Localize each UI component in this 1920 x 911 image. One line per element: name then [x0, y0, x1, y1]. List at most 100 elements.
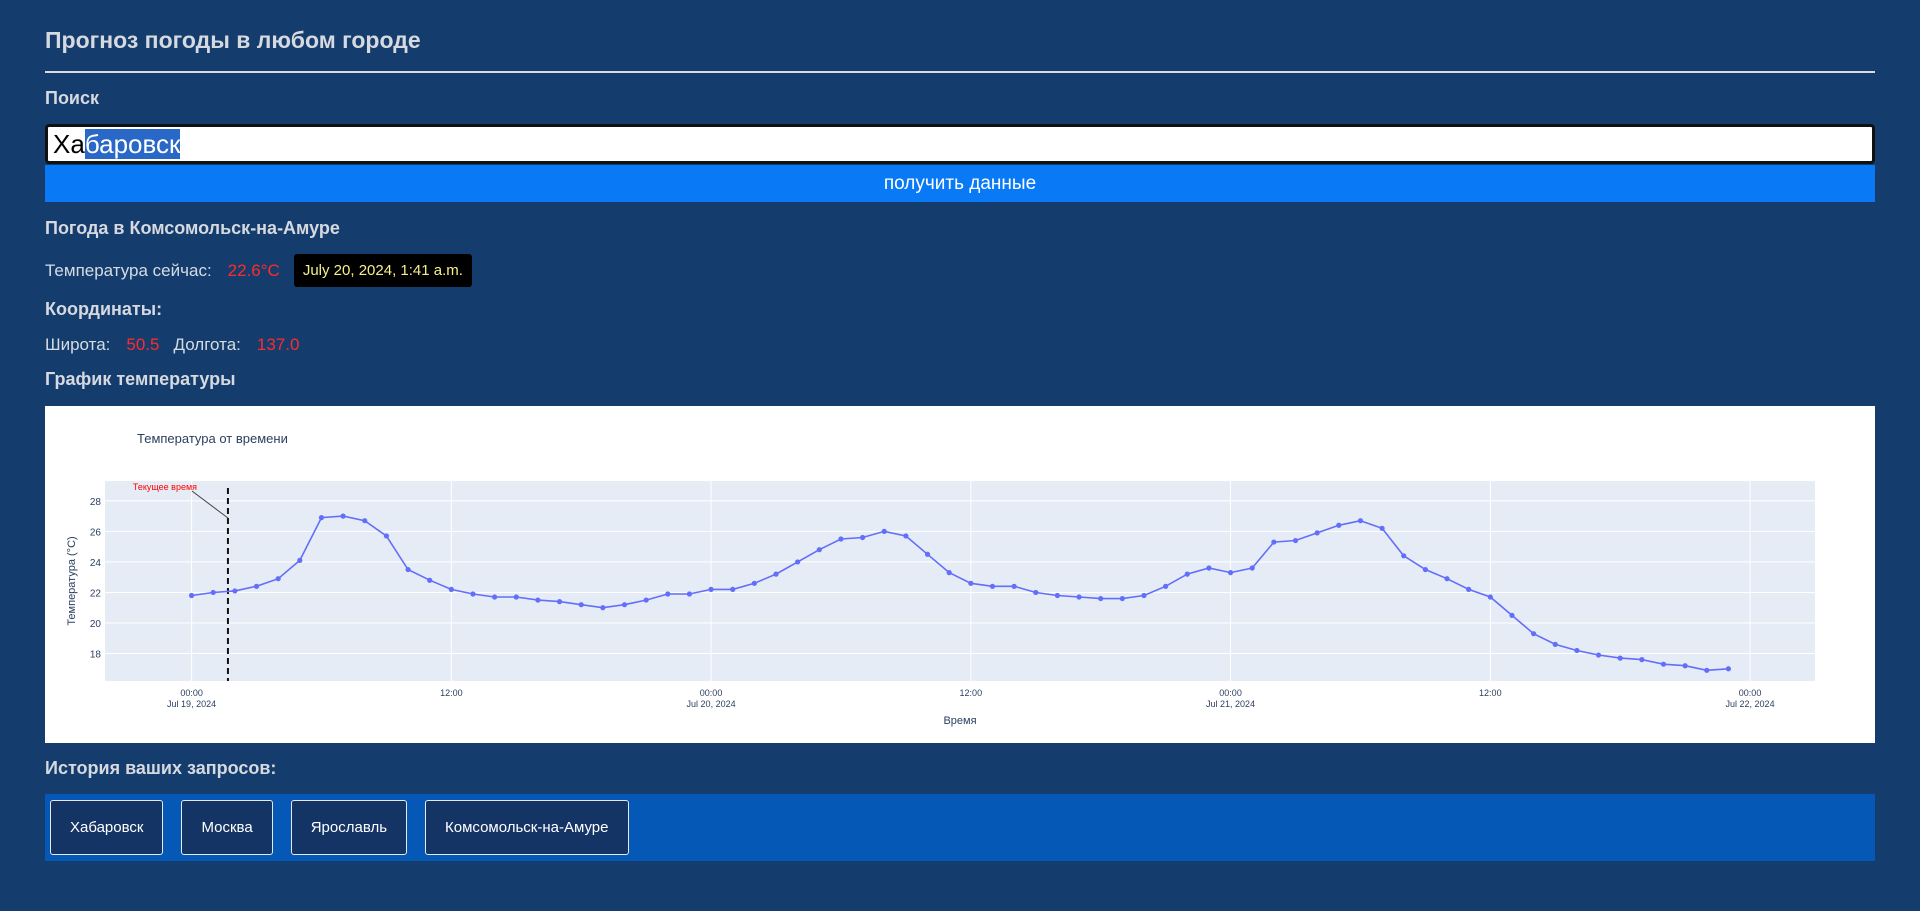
- data-point: [1509, 612, 1515, 618]
- page-title: Прогноз погоды в любом городе: [45, 27, 421, 53]
- y-axis-ticks: 18 20 22 24 26 28: [90, 497, 102, 661]
- x-tick-date-label: Jul 19, 2024: [167, 699, 216, 709]
- data-point: [773, 571, 779, 577]
- y-tick-label: 28: [90, 497, 102, 508]
- search-label: Поиск: [45, 88, 100, 108]
- data-point: [816, 547, 822, 553]
- data-point: [1444, 576, 1450, 582]
- x-tick-label: 12:00: [960, 688, 983, 698]
- data-point: [492, 594, 498, 600]
- chart-title: Температура от времени: [137, 431, 288, 446]
- data-point: [621, 602, 628, 608]
- data-point: [1531, 631, 1537, 637]
- data-point: [1011, 583, 1017, 589]
- x-tick-label: 00:00: [1739, 688, 1762, 698]
- current-temp-row: Температура сейчас: 22.6°C July 20, 2024…: [45, 254, 472, 287]
- data-point: [1163, 583, 1169, 589]
- data-point: [1054, 592, 1061, 599]
- data-point: [253, 583, 260, 589]
- data-point: [470, 591, 476, 597]
- data-point: [946, 570, 952, 576]
- data-point: [1401, 553, 1407, 559]
- x-axis-label: Время: [943, 715, 976, 727]
- data-point: [1725, 666, 1732, 672]
- search-input[interactable]: Хабаровск: [45, 124, 1875, 164]
- weather-heading: Погода в Комсомольск-на-Амуре: [45, 218, 340, 238]
- data-point: [1487, 594, 1493, 600]
- current-time-label: Текущее время: [133, 482, 197, 492]
- data-point: [600, 605, 606, 611]
- temp-value: 22.6°C: [227, 260, 280, 280]
- y-tick-label: 18: [90, 650, 102, 661]
- data-point: [318, 515, 325, 521]
- data-point: [1141, 592, 1147, 599]
- data-point: [686, 591, 693, 597]
- data-point: [275, 576, 281, 582]
- y-tick-label: 20: [90, 619, 102, 630]
- data-point: [232, 588, 238, 594]
- data-point: [1292, 537, 1299, 544]
- data-point: [1422, 566, 1428, 573]
- temp-label: Температура сейчас:: [45, 260, 212, 280]
- coords-row: Широта: 50.5 Долгота: 137.0: [45, 335, 299, 355]
- data-point: [362, 518, 368, 524]
- data-point: [1704, 667, 1710, 673]
- x-tick-date-label: Jul 21, 2024: [1206, 699, 1255, 709]
- data-point: [1336, 522, 1342, 528]
- data-point: [210, 589, 216, 596]
- data-point: [1660, 661, 1667, 667]
- data-point: [968, 580, 974, 586]
- data-point: [1552, 641, 1558, 647]
- data-point: [1033, 589, 1039, 596]
- data-point: [1639, 657, 1645, 663]
- search-input-selection: баровск: [84, 129, 181, 159]
- lat-value: 50.5: [126, 335, 160, 354]
- data-point: [1617, 655, 1623, 661]
- data-point: [513, 594, 519, 600]
- plot-area: [105, 481, 1815, 681]
- y-tick-label: 24: [90, 558, 102, 569]
- data-point: [1184, 571, 1190, 577]
- x-tick-label: 00:00: [1219, 688, 1242, 698]
- data-point: [427, 577, 433, 583]
- data-point: [1379, 525, 1385, 531]
- lat-label: Широта:: [45, 335, 111, 354]
- x-tick-label: 12:00: [440, 688, 463, 698]
- title-divider: [45, 71, 1875, 73]
- data-point: [665, 591, 671, 597]
- data-point: [859, 534, 866, 541]
- data-point: [1357, 518, 1364, 524]
- y-axis-label: Температура (°C): [66, 536, 78, 625]
- data-point: [795, 559, 801, 565]
- search-input-text: Ха: [53, 129, 85, 159]
- x-tick-label: 00:00: [180, 688, 203, 698]
- x-tick-date-label: Jul 22, 2024: [1726, 699, 1775, 709]
- history-item[interactable]: Хабаровск: [50, 800, 164, 855]
- history-bar: Хабаровск Москва Ярославль Комсомольск-на-А…: [45, 794, 1875, 861]
- data-point: [1314, 530, 1320, 536]
- data-point: [1206, 565, 1212, 571]
- history-item[interactable]: Комсомольск-на-Амуре: [425, 800, 629, 855]
- data-point: [708, 586, 714, 592]
- data-point: [383, 533, 389, 539]
- data-point: [1682, 663, 1688, 669]
- get-data-button[interactable]: получить данные: [45, 165, 1875, 202]
- coords-heading: Координаты:: [45, 299, 163, 319]
- data-point: [1574, 647, 1580, 654]
- y-tick-label: 26: [90, 527, 102, 538]
- data-point: [405, 566, 411, 573]
- data-point: [1076, 594, 1082, 600]
- data-point: [903, 533, 909, 539]
- data-point: [556, 599, 563, 605]
- data-point: [881, 528, 887, 534]
- chart-heading: График температуры: [45, 369, 236, 389]
- data-point: [751, 580, 757, 586]
- data-point: [643, 597, 649, 603]
- lon-value: 137.0: [256, 335, 300, 354]
- chart-svg: Температура от времени 18 20 22 24 26 28 00:0…: [66, 431, 1815, 727]
- history-item[interactable]: Москва: [181, 800, 273, 855]
- history-heading: История ваших запросов:: [45, 758, 277, 778]
- temperature-chart[interactable]: Температура от времени 18 20 22 24 26 28 00:0…: [45, 406, 1875, 743]
- history-item[interactable]: Ярославль: [290, 800, 408, 855]
- x-tick-date-label: Jul 20, 2024: [687, 699, 736, 709]
